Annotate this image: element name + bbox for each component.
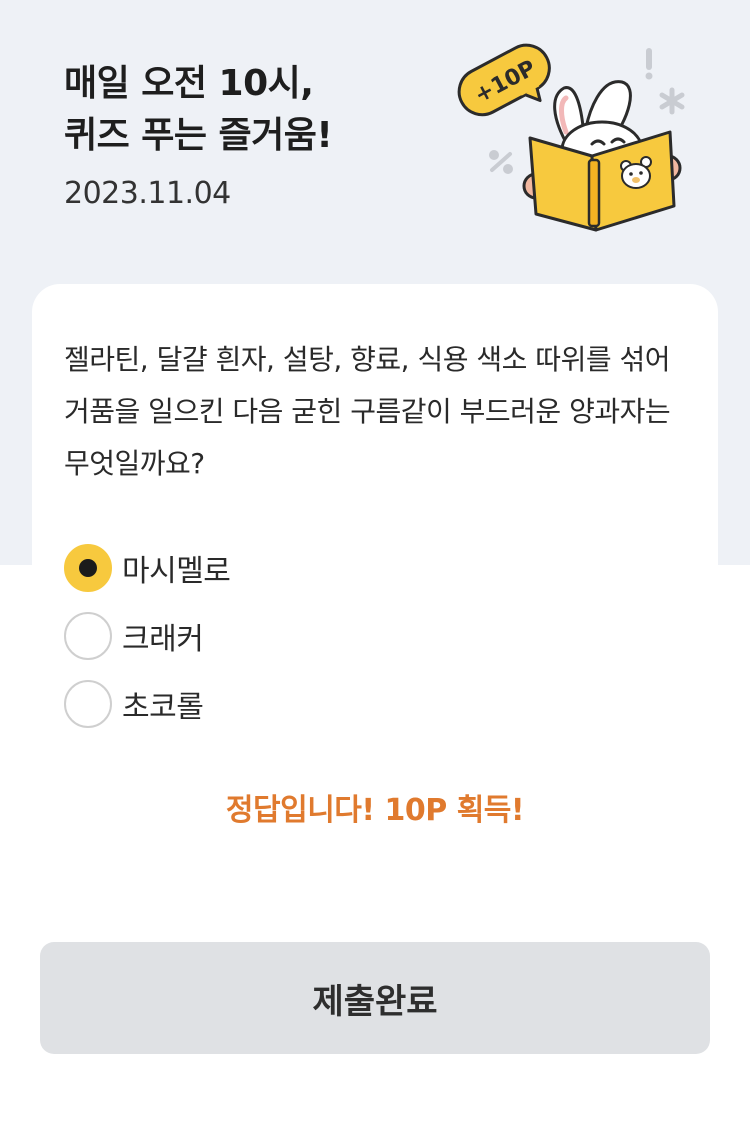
option-label: 크래커: [122, 622, 204, 657]
option-label: 마시멜로: [122, 554, 231, 589]
title-line-1: 매일 오전 10시,: [64, 63, 314, 104]
points-badge-icon: +10P: [457, 43, 551, 117]
answer-options: 마시멜로 크래커 초코롤: [64, 534, 231, 738]
asterisk-icon: [659, 87, 685, 115]
quiz-date: 2023.11.04: [64, 176, 231, 211]
radio-selected-icon[interactable]: [64, 544, 112, 592]
rabbit-reading-book-illustration: +10P: [457, 43, 685, 232]
result-message: 정답입니다! 10P 획득!: [225, 793, 525, 828]
radio-unselected-icon[interactable]: [64, 680, 112, 728]
title-line-2: 퀴즈 푸는 즐거움!: [64, 115, 333, 156]
option-choco-roll[interactable]: 초코롤: [64, 670, 230, 738]
option-marshmallow[interactable]: 마시멜로: [64, 534, 231, 602]
option-label: 초코롤: [122, 690, 204, 725]
percent-icon: [489, 150, 513, 174]
submit-button[interactable]: 제출완료: [40, 942, 710, 1054]
quiz-question: 젤라틴, 달걀 흰자, 설탕, 향료, 식용 색소 따위를 섞어 거품을 일으킨…: [64, 343, 671, 480]
radio-unselected-icon[interactable]: [64, 612, 112, 660]
radio-dot: [79, 559, 97, 577]
exclaim-icon: [645, 48, 653, 80]
quiz-header: 매일 오전 10시, 퀴즈 푸는 즐거움! 2023.11.04: [64, 58, 333, 211]
option-cracker[interactable]: 크래커: [64, 602, 230, 670]
quiz-card: 젤라틴, 달걀 흰자, 설탕, 향료, 식용 색소 따위를 섞어 거품을 일으킨…: [32, 284, 718, 744]
